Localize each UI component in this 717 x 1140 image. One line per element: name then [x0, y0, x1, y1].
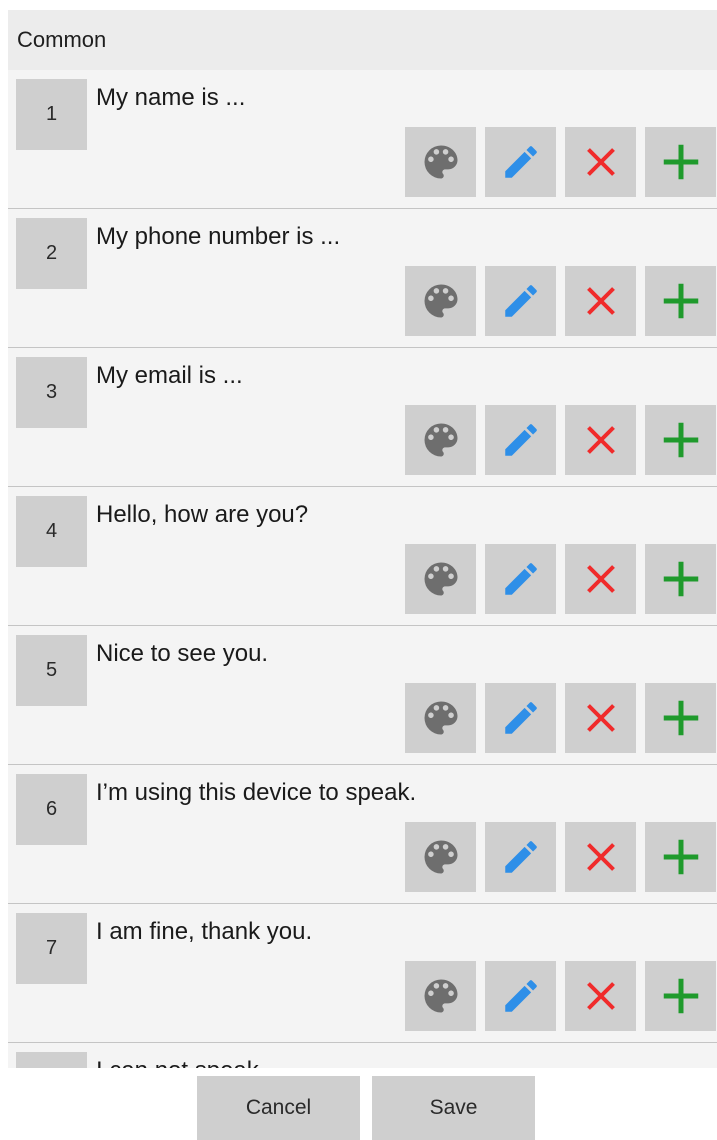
list-item[interactable]: 6 I’m using this device to speak.: [8, 765, 717, 904]
color-button[interactable]: [405, 405, 476, 475]
plus-icon: [658, 417, 704, 463]
add-button[interactable]: [645, 961, 716, 1031]
plus-icon: [658, 834, 704, 880]
list-item[interactable]: 1 My name is ...: [8, 70, 717, 209]
phrase-number[interactable]: 1: [16, 79, 87, 150]
left-border: [0, 10, 8, 1140]
phrase-number[interactable]: 3: [16, 357, 87, 428]
phrase-list[interactable]: 1 My name is ... 2 My phone number is ... 3 M…: [8, 70, 717, 1068]
cancel-button[interactable]: Cancel: [197, 1076, 360, 1140]
color-button[interactable]: [405, 266, 476, 336]
delete-button[interactable]: [565, 405, 636, 475]
color-button[interactable]: [405, 683, 476, 753]
phrase-text[interactable]: My phone number is ...: [96, 223, 340, 251]
footer-bar: Cancel Save: [8, 1068, 717, 1140]
pencil-icon: [500, 975, 542, 1017]
delete-button[interactable]: [565, 961, 636, 1031]
add-button[interactable]: [645, 266, 716, 336]
category-header: Common: [8, 10, 717, 70]
phrase-text[interactable]: Nice to see you.: [96, 640, 268, 668]
phrase-text[interactable]: Hello, how are you?: [96, 501, 308, 529]
top-border: [0, 0, 717, 10]
save-button[interactable]: Save: [372, 1076, 535, 1140]
phrase-text[interactable]: My name is ...: [96, 84, 245, 112]
list-item[interactable]: 7 I am fine, thank you.: [8, 904, 717, 1043]
plus-icon: [658, 278, 704, 324]
color-button[interactable]: [405, 822, 476, 892]
add-button[interactable]: [645, 822, 716, 892]
pencil-icon: [500, 836, 542, 878]
close-icon: [581, 420, 621, 460]
phrase-text[interactable]: My email is ...: [96, 362, 243, 390]
palette-icon: [419, 696, 463, 740]
plus-icon: [658, 556, 704, 602]
phrase-number[interactable]: 8: [16, 1052, 87, 1068]
category-title: Common: [17, 27, 107, 52]
palette-icon: [419, 140, 463, 184]
palette-icon: [419, 557, 463, 601]
add-button[interactable]: [645, 544, 716, 614]
edit-button[interactable]: [485, 127, 556, 197]
edit-button[interactable]: [485, 961, 556, 1031]
row-actions: [405, 127, 716, 197]
delete-button[interactable]: [565, 127, 636, 197]
phrase-text[interactable]: I can not speak.: [96, 1057, 265, 1068]
list-item[interactable]: 2 My phone number is ...: [8, 209, 717, 348]
color-button[interactable]: [405, 961, 476, 1031]
delete-button[interactable]: [565, 822, 636, 892]
color-button[interactable]: [405, 544, 476, 614]
list-item[interactable]: 8 I can not speak.: [8, 1043, 717, 1068]
color-button[interactable]: [405, 127, 476, 197]
delete-button[interactable]: [565, 683, 636, 753]
row-actions: [405, 683, 716, 753]
palette-icon: [419, 418, 463, 462]
close-icon: [581, 837, 621, 877]
edit-button[interactable]: [485, 544, 556, 614]
list-item[interactable]: 4 Hello, how are you?: [8, 487, 717, 626]
add-button[interactable]: [645, 405, 716, 475]
plus-icon: [658, 695, 704, 741]
close-icon: [581, 559, 621, 599]
row-actions: [405, 822, 716, 892]
row-actions: [405, 405, 716, 475]
close-icon: [581, 976, 621, 1016]
phrase-number[interactable]: 4: [16, 496, 87, 567]
plus-icon: [658, 139, 704, 185]
edit-button[interactable]: [485, 266, 556, 336]
phrase-number[interactable]: 7: [16, 913, 87, 984]
phrase-editor-screen: Common 1 My name is ... 2 My phone number i…: [0, 0, 717, 1140]
delete-button[interactable]: [565, 544, 636, 614]
phrase-number[interactable]: 5: [16, 635, 87, 706]
list-item[interactable]: 3 My email is ...: [8, 348, 717, 487]
phrase-number[interactable]: 2: [16, 218, 87, 289]
palette-icon: [419, 974, 463, 1018]
add-button[interactable]: [645, 127, 716, 197]
edit-button[interactable]: [485, 822, 556, 892]
close-icon: [581, 142, 621, 182]
phrase-number[interactable]: 6: [16, 774, 87, 845]
row-actions: [405, 961, 716, 1031]
palette-icon: [419, 835, 463, 879]
pencil-icon: [500, 419, 542, 461]
close-icon: [581, 698, 621, 738]
pencil-icon: [500, 141, 542, 183]
palette-icon: [419, 279, 463, 323]
list-item[interactable]: 5 Nice to see you.: [8, 626, 717, 765]
add-button[interactable]: [645, 683, 716, 753]
edit-button[interactable]: [485, 405, 556, 475]
phrase-text[interactable]: I am fine, thank you.: [96, 918, 312, 946]
edit-button[interactable]: [485, 683, 556, 753]
close-icon: [581, 281, 621, 321]
delete-button[interactable]: [565, 266, 636, 336]
row-actions: [405, 544, 716, 614]
pencil-icon: [500, 280, 542, 322]
plus-icon: [658, 973, 704, 1019]
pencil-icon: [500, 697, 542, 739]
row-actions: [405, 266, 716, 336]
phrase-text[interactable]: I’m using this device to speak.: [96, 779, 416, 807]
pencil-icon: [500, 558, 542, 600]
